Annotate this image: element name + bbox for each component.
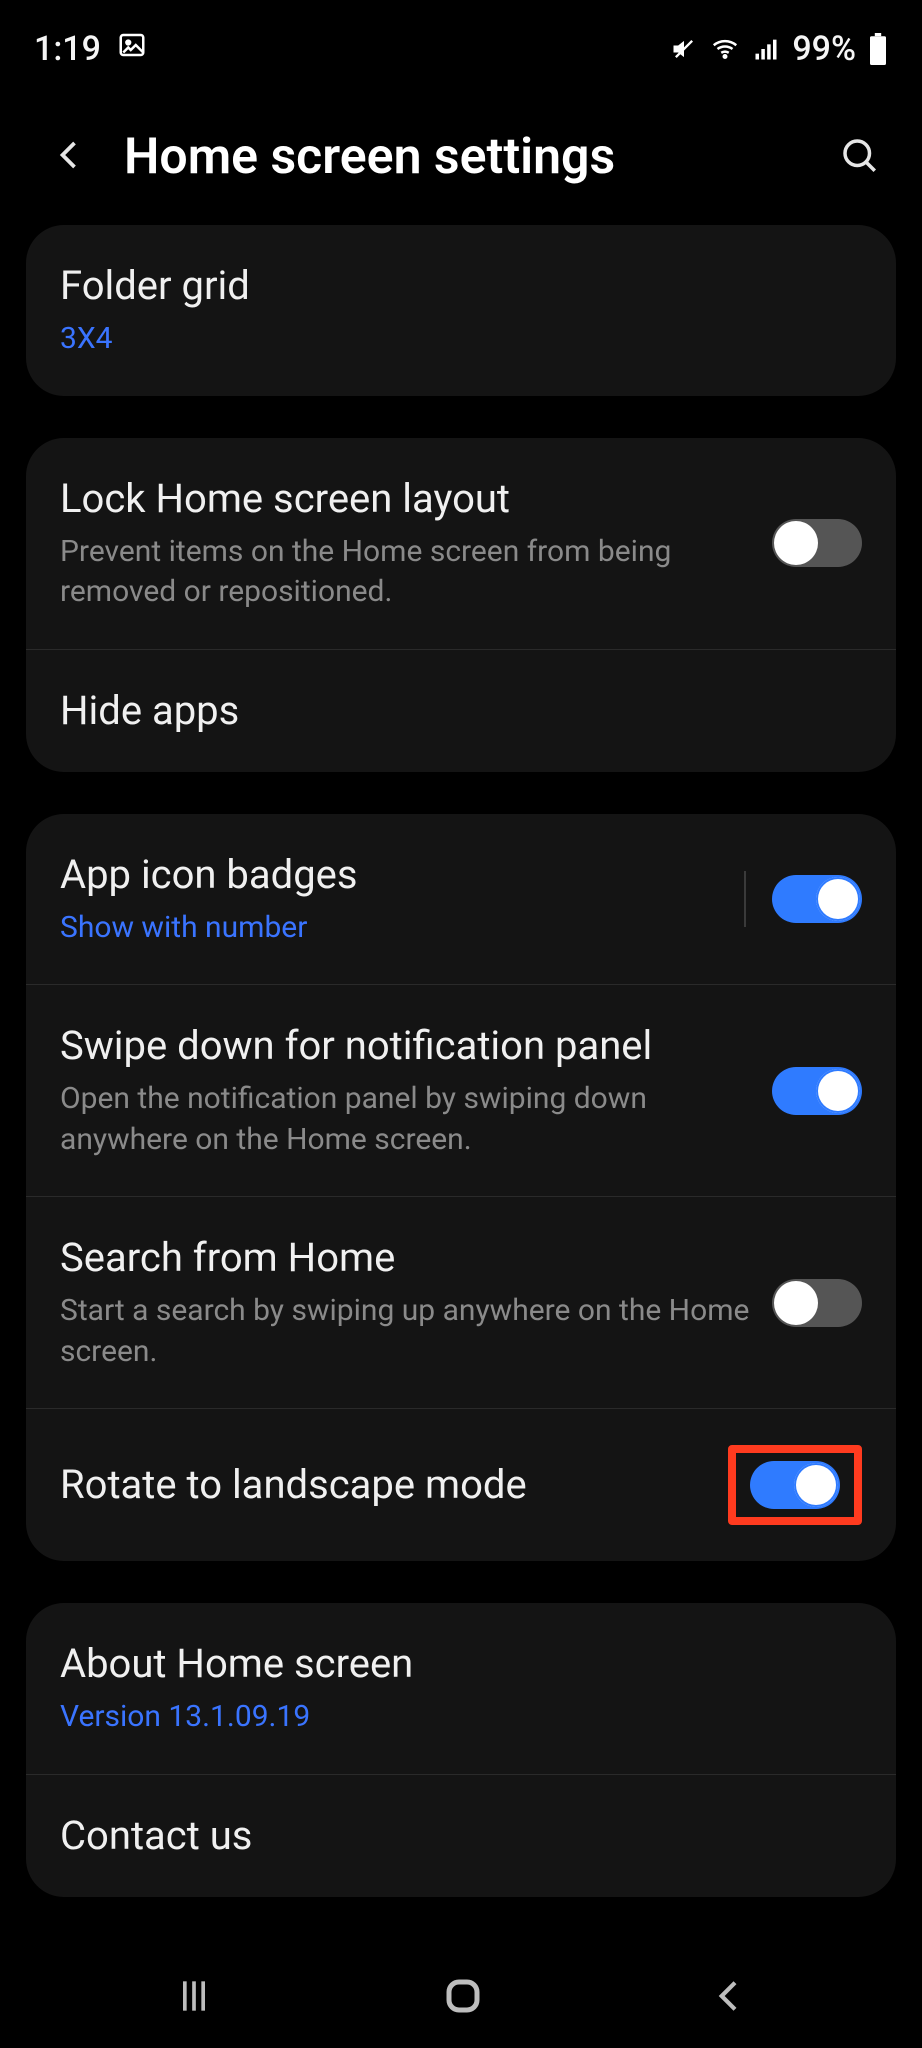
- settings-group: App icon badges Show with number Swipe d…: [26, 814, 896, 1562]
- home-button[interactable]: [431, 1964, 495, 2028]
- settings-group: About Home screen Version 13.1.09.19 Con…: [26, 1603, 896, 1897]
- picture-icon: [117, 29, 147, 69]
- row-title: Lock Home screen layout: [60, 474, 752, 524]
- chevron-left-icon: [710, 1976, 750, 2016]
- row-title: About Home screen: [60, 1639, 862, 1689]
- signal-icon: [752, 35, 780, 63]
- hide-apps-row[interactable]: Hide apps: [26, 649, 896, 772]
- row-title: App icon badges: [60, 850, 724, 900]
- swipe-down-toggle[interactable]: [772, 1067, 862, 1115]
- row-title: Hide apps: [60, 686, 862, 736]
- search-from-home-row[interactable]: Search from Home Start a search by swipi…: [26, 1196, 896, 1408]
- lock-layout-row[interactable]: Lock Home screen layout Prevent items on…: [26, 438, 896, 649]
- recents-button[interactable]: [164, 1966, 224, 2026]
- divider: [744, 871, 746, 927]
- settings-group: Lock Home screen layout Prevent items on…: [26, 438, 896, 772]
- lock-layout-toggle[interactable]: [772, 519, 862, 567]
- search-home-toggle[interactable]: [772, 1279, 862, 1327]
- row-value: Show with number: [60, 908, 724, 949]
- home-icon: [439, 1972, 487, 2020]
- row-desc: Prevent items on the Home screen from be…: [60, 532, 752, 613]
- wifi-icon: [710, 34, 740, 64]
- nav-back-button[interactable]: [702, 1968, 758, 2024]
- status-time: 1:19: [34, 29, 101, 69]
- search-button[interactable]: [830, 126, 888, 187]
- row-title: Contact us: [60, 1811, 862, 1861]
- battery-percent: 99%: [792, 29, 856, 69]
- status-bar: 1:19 99%: [0, 0, 922, 80]
- system-nav-bar: [0, 1944, 922, 2048]
- swipe-down-row[interactable]: Swipe down for notification panel Open t…: [26, 984, 896, 1196]
- row-value: Version 13.1.09.19: [60, 1697, 862, 1738]
- search-icon: [838, 134, 880, 176]
- row-title: Swipe down for notification panel: [60, 1021, 752, 1071]
- app-icon-badges-row[interactable]: App icon badges Show with number: [26, 814, 896, 985]
- chevron-left-icon: [52, 137, 88, 173]
- row-title: Rotate to landscape mode: [60, 1460, 708, 1510]
- row-desc: Start a search by swiping up anywhere on…: [60, 1291, 752, 1372]
- row-desc: Open the notification panel by swiping d…: [60, 1079, 752, 1160]
- contact-us-row[interactable]: Contact us: [26, 1774, 896, 1897]
- folder-grid-row[interactable]: Folder grid 3X4: [26, 225, 896, 396]
- settings-group: Folder grid 3X4: [26, 225, 896, 396]
- rotate-toggle[interactable]: [750, 1461, 840, 1509]
- row-value: 3X4: [60, 319, 862, 360]
- row-title: Folder grid: [60, 261, 862, 311]
- page-title: Home screen settings: [124, 128, 802, 186]
- highlight-box: [728, 1445, 862, 1525]
- header-bar: Home screen settings: [0, 80, 922, 225]
- about-home-screen-row[interactable]: About Home screen Version 13.1.09.19: [26, 1603, 896, 1774]
- recents-icon: [172, 1974, 216, 2018]
- back-button[interactable]: [44, 129, 96, 184]
- rotate-landscape-row[interactable]: Rotate to landscape mode: [26, 1408, 896, 1561]
- mute-icon: [670, 35, 698, 63]
- badges-toggle[interactable]: [772, 875, 862, 923]
- battery-icon: [868, 33, 888, 65]
- row-title: Search from Home: [60, 1233, 752, 1283]
